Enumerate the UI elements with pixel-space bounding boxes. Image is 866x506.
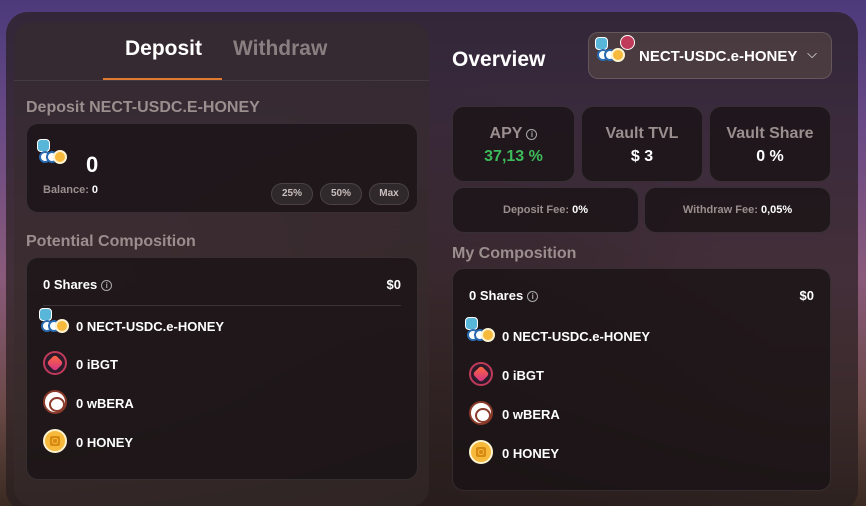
- deposit-fee-label: Deposit Fee:: [503, 204, 570, 216]
- my-composition-title: My Composition: [452, 245, 577, 262]
- balance-value: 0: [91, 184, 99, 196]
- share-value: 0 %: [756, 148, 784, 165]
- bera-badge-icon: [620, 35, 635, 50]
- deposit-amount-card: 0 Balance: 0 25% 50% Max: [26, 123, 418, 213]
- share-label: Vault Share: [726, 125, 814, 142]
- pct-25-button[interactable]: 25%: [271, 183, 313, 205]
- token-row-honey: 0 HONEY: [76, 435, 134, 450]
- vault-share-card: Vault Share 0 %: [709, 106, 831, 182]
- lp-token-icon: [37, 139, 77, 169]
- balance-label-text: Balance:: [43, 184, 89, 196]
- deposit-title: Deposit NECT-USDC.E-HONEY: [26, 99, 260, 116]
- shares-value: $0: [386, 277, 401, 292]
- balance-label: Balance: 0: [43, 184, 98, 196]
- shares-row: 0 Shares i: [469, 288, 539, 303]
- deposit-amount-input[interactable]: 0: [86, 152, 98, 178]
- shares-label: 0 Shares: [469, 288, 524, 303]
- shares-label: 0 Shares: [43, 277, 98, 292]
- divider: [43, 305, 401, 306]
- token-row-wbera: 0 wBERA: [502, 407, 560, 422]
- wbera-icon: [469, 401, 493, 425]
- tvl-value: $ 3: [630, 148, 654, 165]
- token-row-lp: 0 NECT-USDC.e-HONEY: [502, 329, 651, 344]
- lp-token-icon: [39, 308, 79, 338]
- apy-label-text: APY: [489, 125, 523, 142]
- apy-label: APY i: [453, 125, 574, 143]
- token-row-ibgt: 0 iBGT: [502, 368, 544, 383]
- active-tab-indicator: [103, 78, 222, 80]
- chevron-down-icon: ⌵: [807, 46, 817, 61]
- ibgt-icon: [469, 362, 493, 386]
- deposit-withdraw-tabs: Deposit Withdraw: [14, 22, 429, 81]
- token-row-lp: 0 NECT-USDC.e-HONEY: [76, 319, 225, 334]
- pct-50-button[interactable]: 50%: [320, 183, 362, 205]
- vault-selector[interactable]: NECT-USDC.e-HONEY ⌵: [588, 32, 832, 79]
- token-row-wbera: 0 wBERA: [76, 396, 134, 411]
- token-row-ibgt: 0 iBGT: [76, 357, 118, 372]
- withdraw-fee: Withdraw Fee: 0,05%: [645, 204, 830, 216]
- vault-selector-label: NECT-USDC.e-HONEY: [639, 48, 798, 65]
- info-icon[interactable]: i: [526, 129, 538, 140]
- deposit-fee: Deposit Fee: 0%: [453, 204, 638, 216]
- info-icon[interactable]: i: [101, 280, 113, 291]
- tvl-label: Vault TVL: [605, 125, 679, 142]
- overview-title: Overview: [452, 48, 546, 71]
- max-button[interactable]: Max: [369, 183, 409, 205]
- honey-icon: [43, 429, 67, 453]
- deposit-fee-card: Deposit Fee: 0%: [452, 187, 639, 233]
- withdraw-fee-card: Withdraw Fee: 0,05%: [644, 187, 831, 233]
- my-composition-card: 0 Shares i $0 0 NECT-USDC.e-HONEY 0 iBGT …: [452, 268, 831, 491]
- honey-icon: [469, 440, 493, 464]
- shares-value: $0: [799, 288, 814, 303]
- tab-deposit[interactable]: Deposit: [125, 37, 202, 61]
- info-icon[interactable]: i: [527, 291, 539, 302]
- deposit-fee-value: 0%: [572, 204, 588, 216]
- withdraw-fee-label: Withdraw Fee:: [682, 204, 758, 216]
- wbera-icon: [43, 390, 67, 414]
- shares-row: 0 Shares i: [43, 277, 113, 292]
- lp-token-icon: [465, 317, 505, 347]
- potential-composition-title: Potential Composition: [26, 233, 196, 250]
- vault-tvl-card: Vault TVL $ 3: [581, 106, 703, 182]
- tab-withdraw[interactable]: Withdraw: [233, 37, 327, 61]
- deposit-panel: Deposit Withdraw Deposit NECT-USDC.E-HON…: [14, 22, 429, 506]
- ibgt-icon: [43, 351, 67, 375]
- potential-composition-card: 0 Shares i $0 0 NECT-USDC.e-HONEY 0 iBGT …: [26, 257, 418, 480]
- withdraw-fee-value: 0,05%: [760, 204, 793, 216]
- apy-value: 37,13 %: [484, 148, 543, 165]
- apy-card: APY i 37,13 %: [452, 106, 575, 182]
- token-row-honey: 0 HONEY: [502, 446, 560, 461]
